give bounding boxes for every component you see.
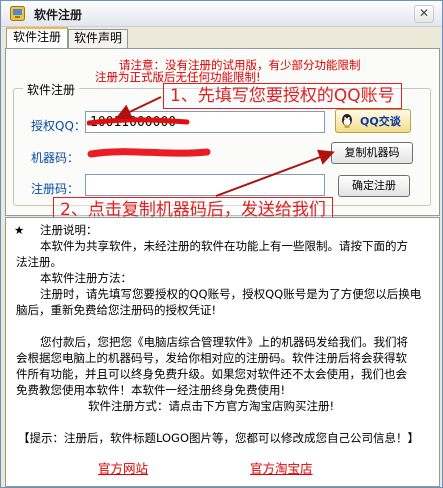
- copy-machine-code-button[interactable]: 复制机器码: [331, 142, 413, 164]
- info-p1b: 法注册。: [16, 255, 62, 269]
- confirm-register-button[interactable]: 确定注册: [338, 175, 410, 197]
- info-p3c: 件所有功能，并且可以终身免费升级。如果您对软件还不太会使用，我们也会: [16, 367, 407, 381]
- tab-register[interactable]: 软件注册: [6, 27, 68, 49]
- info-panel: ★ 注册说明： 本软件为共享软件，未经注册的软件在功能上有一些限制。请按下面的方…: [5, 217, 440, 487]
- redaction-mark: [87, 117, 190, 126]
- tab-statement[interactable]: 软件声明: [68, 29, 128, 48]
- window-title: 软件注册: [34, 8, 83, 22]
- app-icon: [10, 6, 25, 21]
- taobao-store-link[interactable]: 官方淘宝店: [250, 458, 313, 477]
- machine-code-redaction: [87, 148, 211, 158]
- qq-penguin-icon: [342, 114, 352, 128]
- info-p3d: 免费教您使用本软件！本软件一经注册终身免费使用!: [16, 383, 286, 397]
- reg-code-label: 注册码：: [31, 182, 80, 196]
- qq-label: 授权QQ：: [31, 119, 86, 133]
- registration-window: 软件注册 ✕ 软件注册 软件声明 请注意：没有注册的试用版，有少部分功能限制 注…: [0, 0, 443, 488]
- info-heading: 注册说明：: [40, 223, 98, 237]
- info-p2b: 脑后，重新免费给您注册码的授权凭证!: [16, 303, 217, 317]
- title-bar[interactable]: 软件注册 ✕: [1, 1, 442, 27]
- star-icon: ★: [14, 223, 25, 237]
- qq-chat-label: QQ交谈: [360, 115, 401, 128]
- step1-callout: 1、先填写您要授权的QQ账号: [163, 83, 402, 109]
- qq-chat-button[interactable]: QQ交谈: [335, 109, 411, 133]
- group-label: 软件注册: [23, 81, 80, 98]
- method-line: 软件注册方式：请点击下方官方淘宝店购买注册!: [88, 399, 335, 413]
- reg-code-input[interactable]: [85, 174, 325, 196]
- close-button[interactable]: ✕: [414, 5, 434, 23]
- tip-line: 【提示：注册后，软件标题LOGO图片等，您都可以修改成您自己公司信息！】: [18, 431, 420, 445]
- info-p1a: 本软件为共享软件，未经注册的软件在功能上有一些限制。请按下面的方: [40, 239, 408, 253]
- method-title: 本软件注册方法：: [40, 271, 132, 285]
- machine-code-label: 机器码：: [31, 151, 80, 165]
- info-p2a: 注册时，请先填写您要授权的QQ账号，授权QQ账号是为了方便您以后换电: [40, 287, 422, 301]
- official-site-link[interactable]: 官方网站: [98, 458, 148, 477]
- info-p3a: 您付款后，您把您《电脑店综合管理软件》上的机器码发给我们。我们将: [40, 335, 408, 349]
- info-p3b: 会根据您电脑上的机器码号，发给你相对应的注册码。软件注册后将会获得软: [16, 351, 407, 365]
